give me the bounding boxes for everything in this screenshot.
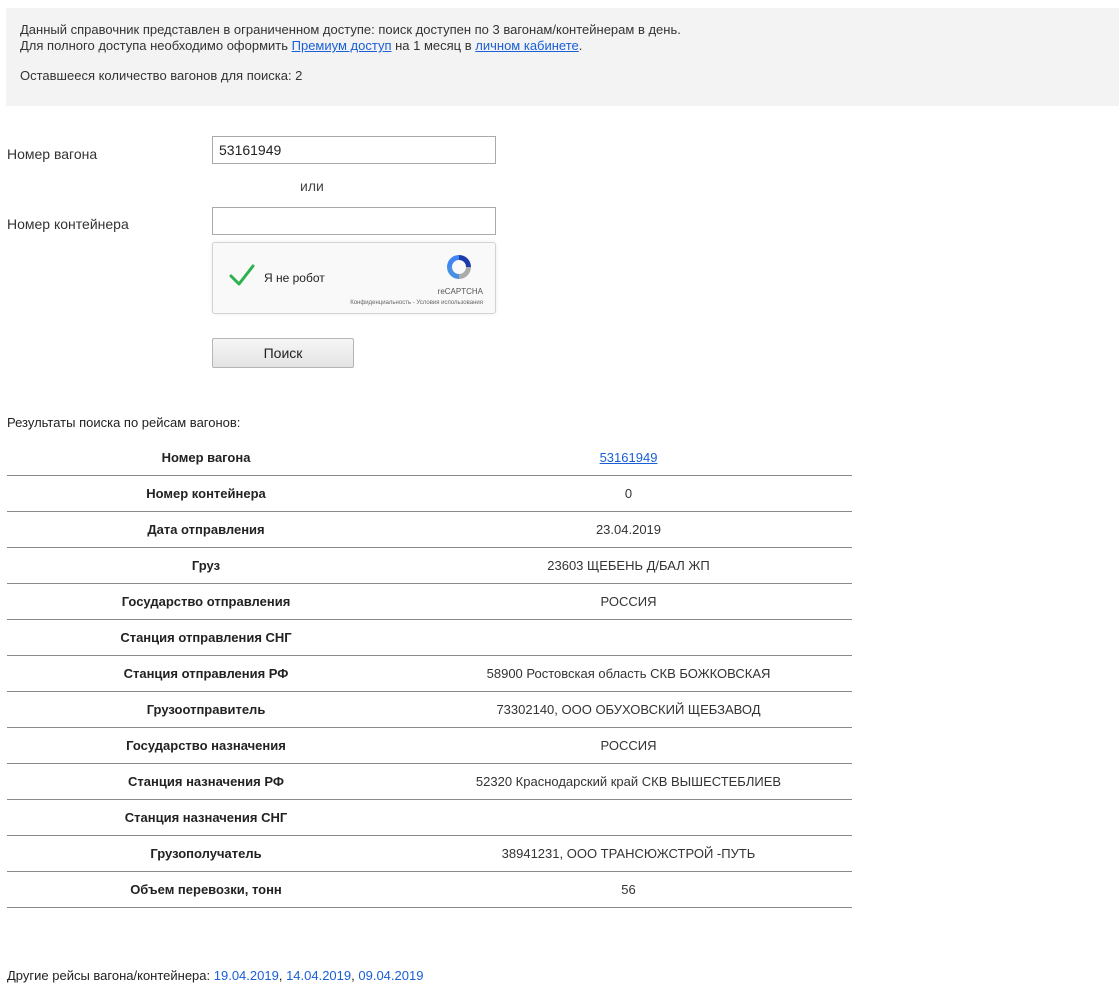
- table-row: Станция отправления СНГ: [7, 619, 852, 656]
- row-key: Грузополучатель: [7, 835, 405, 872]
- checkmark-icon[interactable]: [229, 263, 255, 287]
- notice-line-2: Для полного доступа необходимо оформить …: [20, 38, 1119, 54]
- row-value: 52320 Краснодарский край СКВ ВЫШЕСТЕБЛИЕ…: [405, 763, 852, 800]
- recaptcha-terms[interactable]: Конфиденциальность - Условия использован…: [350, 300, 483, 306]
- row-key: Станция отправления РФ: [7, 655, 405, 692]
- row-value: [405, 799, 852, 836]
- row-value: 56: [405, 871, 852, 908]
- row-value: 23.04.2019: [405, 511, 852, 548]
- premium-access-link[interactable]: Премиум доступ: [292, 38, 392, 53]
- remaining-count-text: Оставшееся количество вагонов для поиска…: [20, 68, 303, 83]
- other-trips: Другие рейсы вагона/контейнера: 19.04.20…: [7, 968, 423, 983]
- notice-text: на 1 месяц в: [391, 38, 476, 53]
- table-row: Грузополучатель 38941231, ООО ТРАНСЮЖСТРО…: [7, 835, 852, 872]
- wagon-number-link[interactable]: 53161949: [600, 450, 658, 465]
- row-key: Номер контейнера: [7, 475, 405, 512]
- trip-date-link[interactable]: 09.04.2019: [358, 968, 423, 983]
- wagon-number-label: Номер вагона: [7, 146, 98, 162]
- notice-text: .: [578, 38, 583, 53]
- or-separator: или: [300, 178, 324, 194]
- table-row: Номер вагона 53161949: [7, 440, 852, 476]
- row-key: Государство назначения: [7, 727, 405, 764]
- container-number-label: Номер контейнера: [7, 216, 129, 232]
- row-key: Груз: [7, 547, 405, 584]
- row-key: Объем перевозки, тонн: [7, 871, 405, 908]
- results-title: Результаты поиска по рейсам вагонов:: [7, 415, 241, 430]
- row-key: Станция назначения РФ: [7, 763, 405, 800]
- row-key: Станция назначения СНГ: [7, 799, 405, 836]
- wagon-number-input[interactable]: [212, 136, 496, 164]
- row-value: [405, 619, 852, 656]
- container-number-input[interactable]: [212, 207, 496, 235]
- table-row: Государство назначения РОССИЯ: [7, 727, 852, 764]
- row-value: 58900 Ростовская область СКВ БОЖКОВСКАЯ: [405, 655, 852, 692]
- row-key: Дата отправления: [7, 511, 405, 548]
- other-trips-label: Другие рейсы вагона/контейнера:: [7, 968, 214, 983]
- results-table: Номер вагона 53161949 Номер контейнера 0 Д…: [7, 440, 852, 908]
- row-value: РОССИЯ: [405, 583, 852, 620]
- personal-cabinet-link[interactable]: личном кабинете: [475, 38, 579, 53]
- row-value: 0: [405, 475, 852, 512]
- table-row: Государство отправления РОССИЯ: [7, 583, 852, 620]
- table-row: Дата отправления 23.04.2019: [7, 511, 852, 548]
- notice-text: Для полного доступа необходимо оформить: [20, 38, 292, 53]
- row-value: 73302140, ООО ОБУХОВСКИЙ ЩЕБЗАВОД: [405, 691, 852, 728]
- row-key: Грузоотправитель: [7, 691, 405, 728]
- table-row: Груз 23603 ЩЕБЕНЬ Д/БАЛ ЖП: [7, 547, 852, 584]
- table-row: Грузоотправитель 73302140, ООО ОБУХОВСКИЙ…: [7, 691, 852, 728]
- table-row: Объем перевозки, тонн 56: [7, 871, 852, 908]
- row-key: Номер вагона: [7, 440, 405, 476]
- table-row: Номер контейнера 0: [7, 475, 852, 512]
- captcha-label: Я не робот: [264, 271, 325, 285]
- row-value: 23603 ЩЕБЕНЬ Д/БАЛ ЖП: [405, 547, 852, 584]
- notice-line-1: Данный справочник представлен в ограниче…: [20, 22, 681, 37]
- row-key: Государство отправления: [7, 583, 405, 620]
- table-row: Станция назначения РФ 52320 Краснодарский…: [7, 763, 852, 800]
- access-notice: Данный справочник представлен в ограниче…: [6, 8, 1119, 106]
- date-separator: ,: [278, 968, 287, 983]
- trip-date-link[interactable]: 19.04.2019: [214, 968, 279, 983]
- recaptcha-logo-icon: [447, 255, 471, 279]
- row-key: Станция отправления СНГ: [7, 619, 405, 656]
- row-value: 53161949: [405, 440, 852, 476]
- search-button[interactable]: Поиск: [212, 338, 354, 368]
- table-row: Станция отправления РФ 58900 Ростовская о…: [7, 655, 852, 692]
- row-value: РОССИЯ: [405, 727, 852, 764]
- recaptcha-brand: reCAPTCHA: [437, 287, 483, 296]
- recaptcha-widget[interactable]: Я не робот reCAPTCHA Конфиденциальность …: [212, 242, 496, 314]
- trip-date-link[interactable]: 14.04.2019: [286, 968, 351, 983]
- table-row: Станция назначения СНГ: [7, 799, 852, 836]
- row-value: 38941231, ООО ТРАНСЮЖСТРОЙ -ПУТЬ: [405, 835, 852, 872]
